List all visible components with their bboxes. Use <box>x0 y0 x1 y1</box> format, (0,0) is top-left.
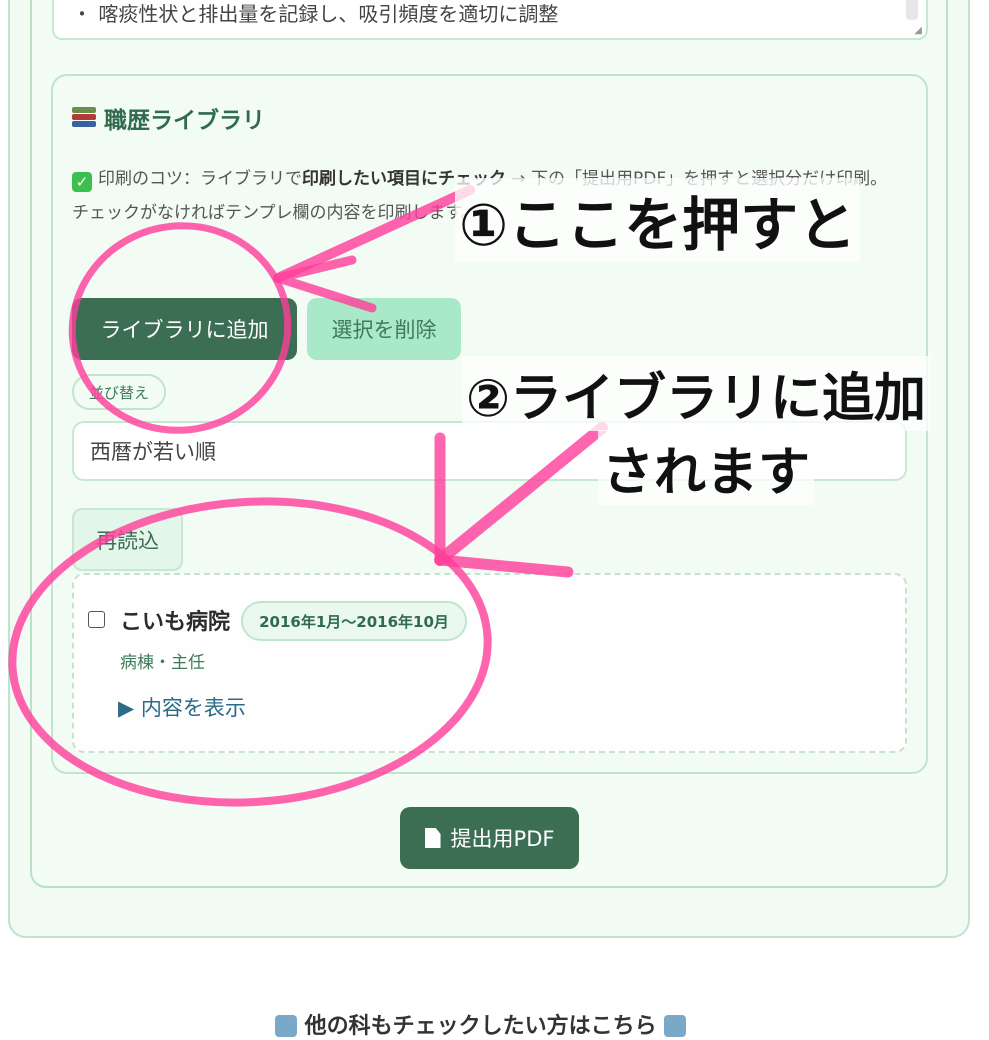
textarea-scrollbar[interactable] <box>906 0 918 20</box>
resize-grip-icon[interactable]: ◢ <box>914 25 922 36</box>
tip-line2: チェックがなければテンプレ欄の内容を印刷します。 <box>72 203 478 223</box>
notes-text: ・ 喀痰性状と排出量を記録し、吸引頻度を適切に調整 <box>72 2 559 26</box>
library-heading: 職歴ライブラリ <box>72 101 265 135</box>
annotation-step2-line1: ②ライブラリに追加 <box>462 356 931 431</box>
entry-period-badge: 2016年1月〜2016年10月 <box>241 601 467 641</box>
show-content-toggle[interactable]: ▶ 内容を表示 <box>118 692 246 722</box>
other-dept-text: 他の科もチェックしたい方はこちら <box>304 1014 657 1039</box>
other-dept-link[interactable]: 他の科もチェックしたい方はこちら <box>275 1008 687 1040</box>
annotation-step2-line2: されます <box>598 430 815 505</box>
submit-pdf-button[interactable]: 提出用PDF <box>400 807 579 869</box>
arrow-down-icon <box>664 1015 687 1037</box>
sort-chip: 並び替え <box>72 374 166 410</box>
library-title: 職歴ライブラリ <box>104 108 265 134</box>
add-to-library-button[interactable]: ライブラリに追加 <box>72 298 297 360</box>
annotation-step1: ①ここを押すと <box>455 178 861 262</box>
reload-button[interactable]: 再読込 <box>72 508 183 571</box>
entry-role: 病棟・主任 <box>120 653 205 673</box>
books-icon <box>72 107 96 129</box>
pdf-button-label: 提出用PDF <box>450 827 555 851</box>
entry-name: こいも病院 <box>120 610 231 635</box>
tip-prefix: 印刷のコツ：ライブラリで <box>98 169 302 189</box>
delete-selected-button[interactable]: 選択を削除 <box>307 298 461 360</box>
arrow-down-icon <box>275 1015 297 1037</box>
document-icon <box>424 828 441 848</box>
entry-checkbox[interactable] <box>88 611 105 628</box>
notes-textarea[interactable]: ・ 喀痰性状と排出量を記録し、吸引頻度を適切に調整 ◢ <box>52 0 928 40</box>
check-mark-icon: ✓ <box>72 172 92 192</box>
